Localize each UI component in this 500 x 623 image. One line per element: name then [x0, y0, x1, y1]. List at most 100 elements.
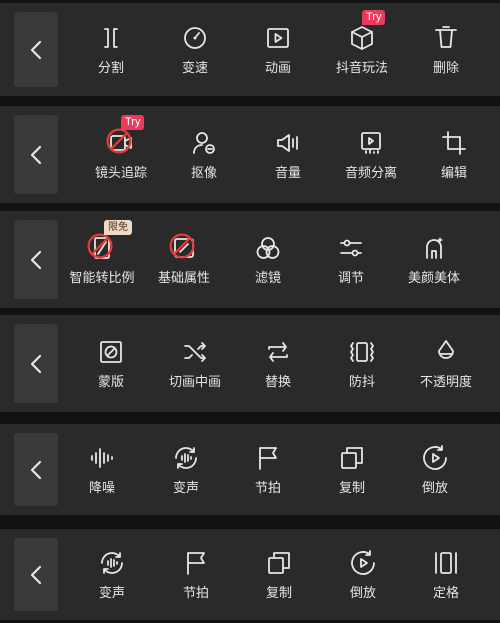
back-button[interactable]: [14, 324, 58, 403]
tool-button[interactable]: 不透明度: [398, 315, 494, 412]
promo-badge: Try: [362, 9, 386, 25]
adjust-icon: [337, 234, 365, 262]
tool-button[interactable]: 动画: [230, 3, 326, 96]
cutout-icon: [190, 129, 218, 157]
tool-label: 音量: [274, 165, 301, 181]
toolbar-row: 变声 节拍 复制 倒放 定格: [0, 529, 500, 620]
tool-label: 切画中画: [168, 374, 221, 390]
tool-label: 防抖: [348, 374, 375, 390]
beauty-icon: [426, 236, 443, 259]
tool-button[interactable]: 复制: [231, 529, 327, 620]
freeze-frame-icon: [435, 551, 457, 574]
tool-button[interactable]: 倒放: [315, 529, 411, 620]
tool-button[interactable]: 倒放: [387, 424, 483, 515]
tool-button[interactable]: Try 镜头追踪: [73, 106, 169, 203]
tool-button[interactable]: 抠像: [156, 106, 252, 203]
tool-button[interactable]: 音量: [240, 106, 336, 203]
tool-button[interactable]: Try 抖音玩法: [314, 3, 410, 96]
chevron-left-icon: [30, 40, 42, 59]
tool-label: 调节: [337, 270, 364, 286]
beauty-icon: [420, 234, 448, 262]
back-button[interactable]: [14, 220, 58, 299]
replace-icon: [268, 341, 288, 362]
tool-label: 抖音玩法: [335, 60, 388, 76]
tool-label: 美颜美体: [407, 270, 460, 286]
not-available-icon: [169, 232, 195, 259]
reverse-icon: [421, 444, 449, 472]
tool-button[interactable]: 定格: [398, 529, 494, 620]
tool-button[interactable]: 变声: [64, 529, 160, 620]
chevron-left-icon: [30, 145, 42, 164]
tool-button[interactable]: 美颜美体: [386, 211, 482, 308]
tool-button[interactable]: 替换: [230, 315, 326, 412]
filter-icon: [256, 236, 280, 259]
not-available-icon: [106, 127, 132, 154]
beat-flag-icon: [187, 551, 205, 575]
reverse-icon: [351, 549, 375, 575]
tool-label: 删除: [432, 60, 459, 76]
smart-ratio-icon: 限免: [87, 219, 132, 262]
tool-label: 滤镜: [254, 270, 281, 286]
not-available-icon: [87, 232, 113, 259]
tool-button[interactable]: 调节: [303, 211, 399, 308]
volume-icon: [277, 133, 298, 152]
tool-button[interactable]: 蒙版: [63, 315, 159, 412]
shuffle-icon: [184, 341, 206, 362]
back-button[interactable]: [14, 538, 58, 611]
tool-button[interactable]: 音频分离: [323, 106, 419, 203]
replace-icon: [264, 338, 292, 366]
tool-button[interactable]: 删除: [398, 3, 494, 96]
tool-label: 倒放: [349, 585, 376, 601]
toolbar-row: Try 镜头追踪 抠像 音量 音频分离 编辑: [0, 106, 500, 203]
tool-button[interactable]: 变速: [147, 3, 243, 96]
reverse-icon: [423, 444, 447, 470]
basic-properties-icon: [169, 232, 198, 262]
tool-button[interactable]: 复制: [304, 424, 400, 515]
tool-label: 降噪: [88, 480, 115, 496]
tool-button[interactable]: 防抖: [314, 315, 410, 412]
back-button[interactable]: [14, 433, 58, 506]
beat-flag-icon: [182, 549, 210, 577]
tool-label: 倒放: [421, 480, 448, 496]
tool-label: 变声: [172, 480, 199, 496]
tool-button[interactable]: 切画中画: [147, 315, 243, 412]
tool-label: 音频分离: [344, 165, 397, 181]
copy-icon: [265, 549, 293, 577]
opacity-icon: [438, 339, 454, 359]
tool-label: 节拍: [254, 480, 281, 496]
delete-icon: [432, 24, 460, 52]
stabilize-icon: [350, 341, 374, 362]
camera-tracking-icon: Try: [106, 114, 145, 157]
tool-button[interactable]: 编辑: [406, 106, 500, 203]
douyin-effects-icon: Try: [348, 9, 386, 52]
speed-icon: [181, 24, 209, 52]
speed-icon: [184, 26, 206, 49]
tool-button[interactable]: 降噪: [54, 424, 150, 515]
noise-reduction-icon: [91, 447, 113, 468]
toolbar-row: 分割 变速 动画 Try 抖音玩法 删除: [0, 3, 500, 96]
audio-separate-icon: [361, 131, 381, 154]
tool-button[interactable]: 滤镜: [220, 211, 316, 308]
tool-button[interactable]: 节拍: [148, 529, 244, 620]
back-button[interactable]: [14, 12, 58, 87]
toolbar-row: 限免 智能转比例 基础属性 滤镜 调节 美颜美体: [0, 211, 500, 308]
tool-label: 复制: [265, 585, 292, 601]
voice-change-icon: [98, 549, 126, 577]
tool-button[interactable]: 分割: [63, 3, 159, 96]
crop-icon: [442, 130, 466, 155]
tool-label: 编辑: [440, 165, 467, 181]
freeze-frame-icon: [432, 549, 460, 577]
volume-icon: [274, 129, 302, 157]
tool-label: 蒙版: [97, 374, 124, 390]
tool-button[interactable]: 基础属性: [136, 211, 232, 308]
tool-button[interactable]: 节拍: [220, 424, 316, 515]
tool-label: 不透明度: [419, 374, 472, 390]
mask-icon: [100, 340, 122, 363]
back-button[interactable]: [14, 115, 58, 194]
crop-icon: [440, 129, 468, 157]
voice-change-icon: [101, 551, 123, 574]
tool-label: 基础属性: [157, 270, 210, 286]
chevron-left-icon: [30, 250, 42, 269]
tool-label: 动画: [264, 60, 291, 76]
tool-label: 变速: [181, 60, 208, 76]
